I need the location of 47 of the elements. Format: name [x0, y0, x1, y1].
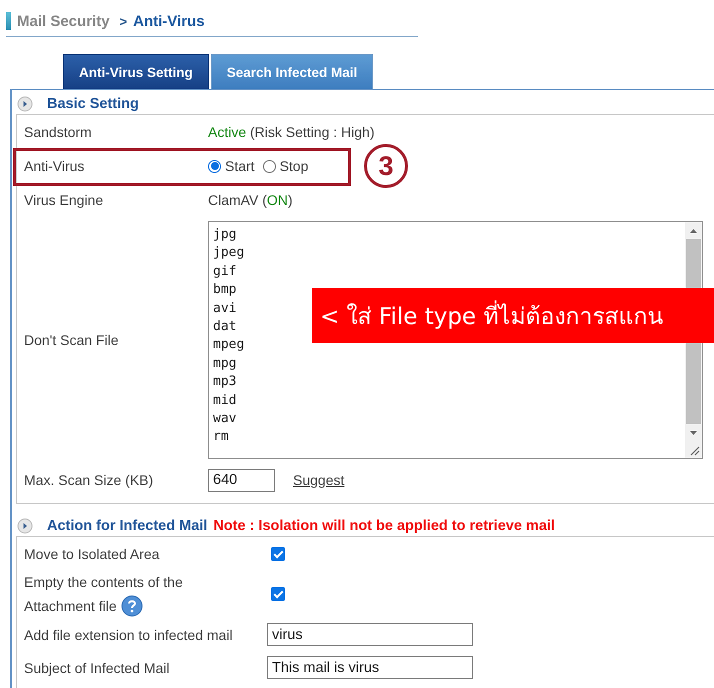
file-type-entry: rm [213, 428, 229, 446]
setting-label: Max. Scan Size (KB) [24, 471, 154, 490]
expand-icon[interactable] [17, 518, 33, 534]
file-type-entry: mpg [213, 354, 236, 373]
section-title: Basic Setting [47, 96, 139, 112]
expand-icon[interactable] [17, 96, 33, 112]
file-type-entry: gif [213, 262, 236, 281]
setting-label: Don't Scan File [24, 331, 120, 350]
input-field[interactable]: This mail is virus [267, 656, 473, 679]
section-title: Action for Infected Mail [47, 518, 208, 534]
checkbox[interactable] [271, 546, 285, 560]
radio-option[interactable]: Start [208, 158, 255, 174]
file-type-entry: avi [213, 300, 236, 318]
file-type-entry: bmp [213, 281, 236, 300]
engine-value: ClamAV (ON) [208, 192, 293, 208]
page-title: Anti-Virus [133, 12, 205, 30]
note-text: Note : Isolation will not be applied to retrieve mail [213, 518, 555, 534]
setting-label: Move to Isolated Area [24, 544, 160, 564]
setting-label: Virus Engine [24, 191, 104, 210]
file-type-entry: jpeg [213, 244, 244, 262]
setting-label: Sandstorm [24, 123, 93, 142]
step-number: 3 [364, 144, 408, 188]
file-type-entry: jpg [213, 226, 236, 244]
input-field[interactable]: 640 [208, 468, 275, 492]
input-field[interactable]: virus [267, 623, 473, 646]
file-type-entry: dat [213, 318, 236, 336]
file-type-entry: wav [213, 410, 236, 428]
breadcrumb-link[interactable]: Mail Security [17, 12, 110, 30]
setting-label: Empty the contents of the [24, 573, 184, 592]
help-icon[interactable] [120, 595, 143, 617]
radio-option[interactable]: Stop [262, 158, 308, 174]
setting-label: Add file extension to infected mail [24, 626, 234, 644]
setting-label: Attachment file [24, 597, 117, 616]
file-type-entry: mpeg [213, 336, 244, 354]
tab[interactable]: Search Infected Mail [210, 54, 374, 89]
resize-handle-icon[interactable] [685, 441, 702, 458]
file-type-entry: mid [213, 392, 236, 410]
setting-label: Subject of Infected Mail [24, 658, 171, 678]
breadcrumb-marker [6, 12, 11, 30]
callout-tooltip: < ใส่ File type ที่ไม่ต้องการสแกน [312, 288, 714, 343]
file-type-entry: mp3 [213, 373, 236, 392]
status-value: Active (Risk Setting : High) [208, 124, 374, 140]
checkbox[interactable] [271, 587, 285, 601]
tab[interactable]: Anti-Virus Setting [63, 54, 209, 89]
suggest-link[interactable]: Suggest [293, 472, 344, 488]
setting-label: Anti-Virus [24, 157, 86, 176]
breadcrumb-separator: > [120, 14, 128, 28]
